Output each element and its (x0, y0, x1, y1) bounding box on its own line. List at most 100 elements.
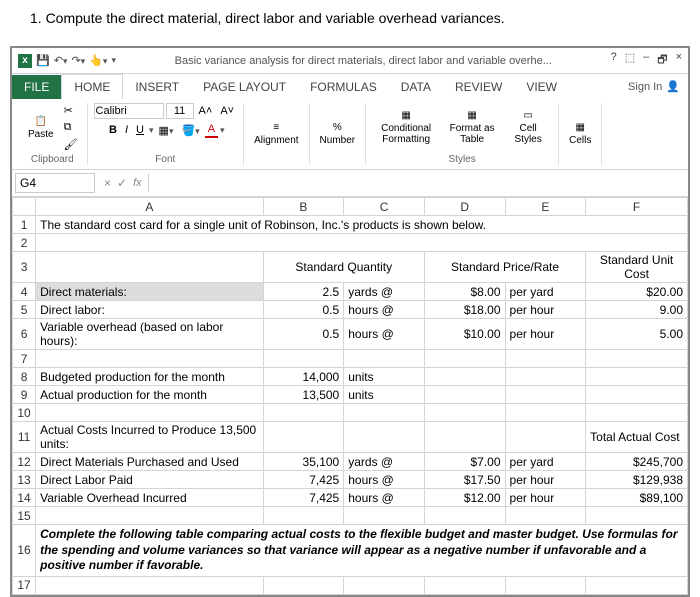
cell[interactable] (424, 368, 505, 386)
tab-pagelayout[interactable]: PAGE LAYOUT (191, 75, 298, 99)
help-icon[interactable]: ? (611, 51, 617, 70)
bold-button[interactable]: B (106, 123, 120, 137)
name-box[interactable] (15, 173, 95, 193)
cell[interactable]: Actual Costs Incurred to Produce 13,500 … (36, 422, 263, 453)
cell[interactable]: 14,000 (263, 368, 344, 386)
minimize-icon[interactable]: – (643, 51, 649, 70)
number-button[interactable]: % Number (316, 120, 360, 148)
fill-color-icon[interactable]: 🪣▾ (178, 123, 202, 138)
cell[interactable] (36, 404, 263, 422)
cell[interactable] (36, 234, 688, 252)
cell[interactable] (586, 368, 688, 386)
save-icon[interactable]: 💾 (36, 54, 50, 67)
cell[interactable] (505, 404, 586, 422)
cell[interactable] (586, 350, 688, 368)
paste-button[interactable]: 📋 Paste (24, 114, 58, 142)
cell[interactable]: Variable Overhead Incurred (36, 489, 263, 507)
format-painter-icon[interactable]: 🖌 (61, 137, 81, 152)
cell[interactable] (36, 507, 263, 525)
cell[interactable] (586, 404, 688, 422)
cell[interactable] (344, 404, 425, 422)
cell[interactable]: The standard cost card for a single unit… (36, 216, 688, 234)
col-header-E[interactable]: E (505, 198, 586, 216)
cell[interactable] (263, 350, 344, 368)
fx-icon[interactable]: fx (133, 177, 142, 189)
cell[interactable]: $8.00 (424, 283, 505, 301)
copy-icon[interactable]: ⧉ (61, 120, 81, 135)
col-header-D[interactable]: D (424, 198, 505, 216)
cell[interactable]: Complete the following table comparing a… (36, 525, 688, 577)
cell[interactable]: per yard (505, 453, 586, 471)
cell[interactable]: $20.00 (586, 283, 688, 301)
cell[interactable]: 5.00 (586, 319, 688, 350)
italic-button[interactable]: I (122, 123, 131, 137)
cell[interactable] (344, 507, 425, 525)
cell[interactable]: hours @ (344, 301, 425, 319)
cell[interactable] (263, 507, 344, 525)
touch-mode-icon[interactable]: 👆▾ (89, 54, 107, 67)
cell[interactable] (344, 350, 425, 368)
redo-icon[interactable]: ↷▾ (71, 54, 85, 67)
tab-view[interactable]: VIEW (514, 75, 569, 99)
cell[interactable]: $89,100 (586, 489, 688, 507)
cell[interactable]: 7,425 (263, 489, 344, 507)
cell[interactable] (424, 386, 505, 404)
font-name-select[interactable] (94, 103, 164, 119)
cell[interactable]: per hour (505, 471, 586, 489)
cell[interactable]: 13,500 (263, 386, 344, 404)
cell[interactable]: $129,938 (586, 471, 688, 489)
cell[interactable] (586, 507, 688, 525)
cell[interactable] (505, 576, 586, 594)
cell[interactable]: per yard (505, 283, 586, 301)
cell[interactable]: $18.00 (424, 301, 505, 319)
cell[interactable]: 0.5 (263, 319, 344, 350)
cell[interactable]: yards @ (344, 283, 425, 301)
cell[interactable]: $10.00 (424, 319, 505, 350)
format-as-table-button[interactable]: ▦ Format as Table (443, 108, 501, 147)
tab-home[interactable]: HOME (61, 74, 123, 99)
cell[interactable]: 9.00 (586, 301, 688, 319)
cell[interactable] (344, 576, 425, 594)
cell[interactable] (263, 422, 344, 453)
cell[interactable]: 7,425 (263, 471, 344, 489)
cell[interactable] (36, 252, 263, 283)
cell[interactable]: Direct materials: (36, 283, 263, 301)
enter-icon[interactable]: ✓ (117, 176, 127, 190)
cut-icon[interactable]: ✂ (61, 103, 81, 118)
cell[interactable] (344, 422, 425, 453)
cancel-icon[interactable]: × (104, 176, 111, 190)
cell[interactable] (424, 422, 505, 453)
cell[interactable] (36, 576, 263, 594)
cell[interactable] (424, 576, 505, 594)
font-size-select[interactable] (166, 103, 194, 119)
col-header-B[interactable]: B (263, 198, 344, 216)
tab-insert[interactable]: INSERT (123, 75, 191, 99)
cell[interactable] (505, 507, 586, 525)
cell[interactable]: Variable overhead (based on labor hours)… (36, 319, 263, 350)
cell[interactable] (424, 507, 505, 525)
cells-button[interactable]: ▦ Cells (565, 120, 595, 148)
cell[interactable]: Standard Unit Cost (586, 252, 688, 283)
worksheet[interactable]: A B C D E F 1The standard cost card for … (12, 197, 688, 595)
cell[interactable]: $17.50 (424, 471, 505, 489)
tab-file[interactable]: FILE (12, 75, 61, 99)
underline-button[interactable]: U (133, 123, 147, 137)
conditional-formatting-button[interactable]: ▦ Conditional Formatting (372, 108, 440, 147)
cell[interactable]: 35,100 (263, 453, 344, 471)
cell[interactable] (36, 350, 263, 368)
cell[interactable]: Direct labor: (36, 301, 263, 319)
cell[interactable]: per hour (505, 301, 586, 319)
cell[interactable] (424, 350, 505, 368)
close-icon[interactable]: × (676, 51, 682, 70)
cell[interactable] (505, 422, 586, 453)
cell[interactable]: per hour (505, 319, 586, 350)
cell[interactable]: yards @ (344, 453, 425, 471)
cell[interactable] (263, 576, 344, 594)
cell[interactable]: Standard Quantity (263, 252, 424, 283)
cell[interactable] (586, 576, 688, 594)
cell[interactable]: Total Actual Cost (586, 422, 688, 453)
sign-in[interactable]: Sign In👤 (620, 76, 688, 97)
cell[interactable]: units (344, 386, 425, 404)
cell-styles-button[interactable]: ▭ Cell Styles (504, 108, 552, 147)
cell[interactable]: Direct Labor Paid (36, 471, 263, 489)
